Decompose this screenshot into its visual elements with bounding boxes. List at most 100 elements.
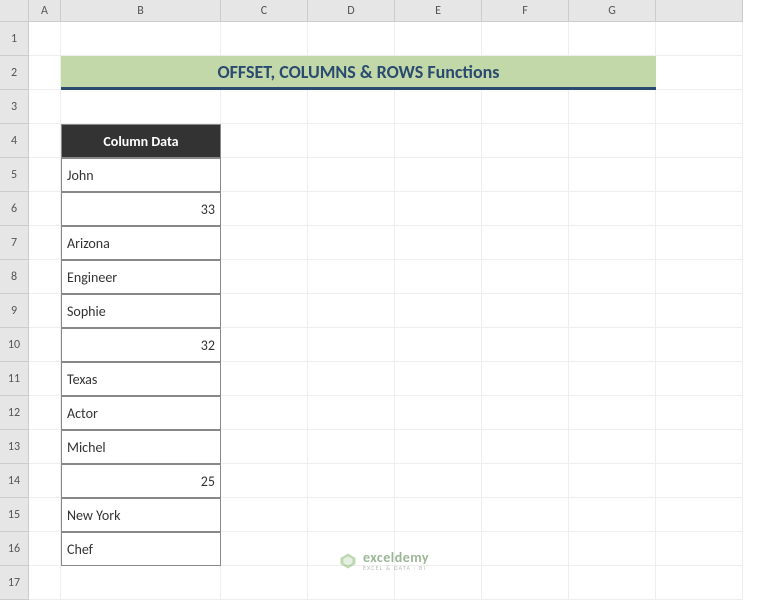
cell-F5[interactable]	[482, 158, 569, 192]
cell-H9[interactable]	[656, 294, 743, 328]
col-header-E[interactable]: E	[395, 0, 482, 22]
cell-D11[interactable]	[308, 362, 395, 396]
cell-C15[interactable]	[221, 498, 308, 532]
table-row[interactable]: Sophie	[61, 294, 221, 328]
cell-A9[interactable]	[29, 294, 61, 328]
cell-F4[interactable]	[482, 124, 569, 158]
cell-D14[interactable]	[308, 464, 395, 498]
row-header-4[interactable]: 4	[0, 124, 29, 158]
cell-H13[interactable]	[656, 430, 743, 464]
table-row[interactable]: New York	[61, 498, 221, 532]
row-header-6[interactable]: 6	[0, 192, 29, 226]
cell-E12[interactable]	[395, 396, 482, 430]
cell-C6[interactable]	[221, 192, 308, 226]
cell-C4[interactable]	[221, 124, 308, 158]
cell-A8[interactable]	[29, 260, 61, 294]
cell-H16[interactable]	[656, 532, 743, 566]
cell-A13[interactable]	[29, 430, 61, 464]
cell-C12[interactable]	[221, 396, 308, 430]
cell-E6[interactable]	[395, 192, 482, 226]
row-header-11[interactable]: 11	[0, 362, 29, 396]
cell-C14[interactable]	[221, 464, 308, 498]
cell-E3[interactable]	[395, 90, 482, 124]
cell-A14[interactable]	[29, 464, 61, 498]
cell-G7[interactable]	[569, 226, 656, 260]
cell-D8[interactable]	[308, 260, 395, 294]
cell-H6[interactable]	[656, 192, 743, 226]
col-header-A[interactable]: A	[29, 0, 61, 22]
cell-H5[interactable]	[656, 158, 743, 192]
cell-F1[interactable]	[482, 22, 569, 56]
cell-A16[interactable]	[29, 532, 61, 566]
cell-A10[interactable]	[29, 328, 61, 362]
cell-H17[interactable]	[656, 566, 743, 600]
cell-D12[interactable]	[308, 396, 395, 430]
cell-B1[interactable]	[61, 22, 221, 56]
col-header-B[interactable]: B	[61, 0, 221, 22]
cell-B17[interactable]	[61, 566, 221, 600]
col-header-G[interactable]: G	[569, 0, 656, 22]
cell-B3[interactable]	[61, 90, 221, 124]
cell-G4[interactable]	[569, 124, 656, 158]
cell-H15[interactable]	[656, 498, 743, 532]
cell-E10[interactable]	[395, 328, 482, 362]
cell-F17[interactable]	[482, 566, 569, 600]
row-header-1[interactable]: 1	[0, 22, 29, 56]
cell-G6[interactable]	[569, 192, 656, 226]
cell-C9[interactable]	[221, 294, 308, 328]
row-header-17[interactable]: 17	[0, 566, 29, 600]
cell-G16[interactable]	[569, 532, 656, 566]
cell-E4[interactable]	[395, 124, 482, 158]
table-row[interactable]: Texas	[61, 362, 221, 396]
cell-C13[interactable]	[221, 430, 308, 464]
cell-C1[interactable]	[221, 22, 308, 56]
table-row[interactable]: Michel	[61, 430, 221, 464]
cell-F9[interactable]	[482, 294, 569, 328]
row-header-7[interactable]: 7	[0, 226, 29, 260]
cell-D6[interactable]	[308, 192, 395, 226]
cell-E7[interactable]	[395, 226, 482, 260]
cell-H8[interactable]	[656, 260, 743, 294]
cell-F3[interactable]	[482, 90, 569, 124]
cell-D4[interactable]	[308, 124, 395, 158]
row-header-2[interactable]: 2	[0, 56, 29, 90]
cell-G17[interactable]	[569, 566, 656, 600]
cell-F7[interactable]	[482, 226, 569, 260]
cell-H11[interactable]	[656, 362, 743, 396]
cell-A7[interactable]	[29, 226, 61, 260]
cell-A15[interactable]	[29, 498, 61, 532]
cell-D10[interactable]	[308, 328, 395, 362]
row-header-15[interactable]: 15	[0, 498, 29, 532]
cell-G13[interactable]	[569, 430, 656, 464]
cell-F13[interactable]	[482, 430, 569, 464]
cell-C8[interactable]	[221, 260, 308, 294]
cell-D1[interactable]	[308, 22, 395, 56]
cell-F10[interactable]	[482, 328, 569, 362]
table-row[interactable]: Actor	[61, 396, 221, 430]
cell-F6[interactable]	[482, 192, 569, 226]
cell-D5[interactable]	[308, 158, 395, 192]
cell-H7[interactable]	[656, 226, 743, 260]
cell-C7[interactable]	[221, 226, 308, 260]
cell-F8[interactable]	[482, 260, 569, 294]
cell-A1[interactable]	[29, 22, 61, 56]
cell-A6[interactable]	[29, 192, 61, 226]
cell-C11[interactable]	[221, 362, 308, 396]
cell-D15[interactable]	[308, 498, 395, 532]
cell-A5[interactable]	[29, 158, 61, 192]
table-row[interactable]: 33	[61, 192, 221, 226]
cell-A4[interactable]	[29, 124, 61, 158]
row-header-14[interactable]: 14	[0, 464, 29, 498]
col-header-F[interactable]: F	[482, 0, 569, 22]
row-header-10[interactable]: 10	[0, 328, 29, 362]
row-header-13[interactable]: 13	[0, 430, 29, 464]
table-row[interactable]: Arizona	[61, 226, 221, 260]
cell-D7[interactable]	[308, 226, 395, 260]
cell-E11[interactable]	[395, 362, 482, 396]
row-header-12[interactable]: 12	[0, 396, 29, 430]
cell-E1[interactable]	[395, 22, 482, 56]
cell-D3[interactable]	[308, 90, 395, 124]
cell-A17[interactable]	[29, 566, 61, 600]
col-header-C[interactable]: C	[221, 0, 308, 22]
cell-A3[interactable]	[29, 90, 61, 124]
